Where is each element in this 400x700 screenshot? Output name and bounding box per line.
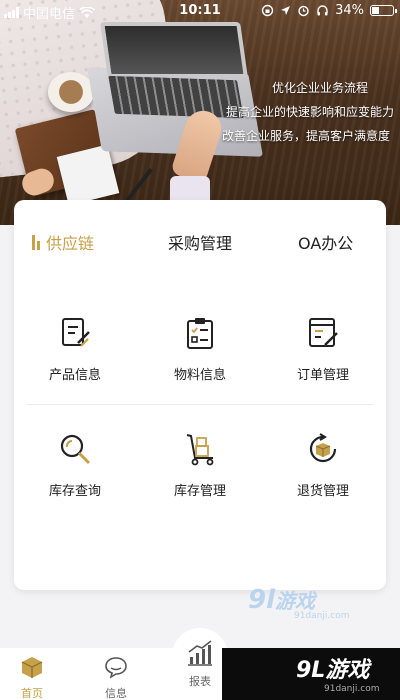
tab-purchase-management[interactable]: 采购管理 [168,230,232,254]
grid-label: 物料信息 [173,368,226,383]
tab-oa-office[interactable]: OA办公 [298,230,353,254]
status-bar: 中国电信 10:11 34% [0,0,400,22]
hero-line-2: 提高企业的快速影响和应变能力 [225,105,394,119]
chart-icon [188,640,212,666]
home-box-icon [21,657,43,678]
tab-supply-chain[interactable]: 供应链 [32,230,94,254]
nav-label: 信息 [105,687,127,700]
hero-line-1: 优化企业业务流程 [271,81,368,95]
clipboard-icon [187,318,213,349]
battery-icon [370,5,397,16]
hand-truck-icon [186,434,214,466]
nav-messages[interactable]: 信息 [86,654,146,700]
tab-label: 采购管理 [168,234,233,253]
function-card: 供应链 采购管理 OA办公 产品信息 物料信息 订单管理 库存查询 库存管理 退… [14,200,386,590]
tab-label: OA办公 [298,234,354,253]
grid-label: 产品信息 [48,368,101,383]
magnifier-icon [60,434,91,465]
inventory-management-button[interactable]: 库存管理 [145,432,255,499]
return-box-icon [309,433,337,463]
material-info-button[interactable]: 物料信息 [145,316,255,383]
row-divider [26,404,374,405]
order-edit-icon [309,318,338,347]
brand-name: 9L游戏 [296,658,370,683]
nav-label: 首页 [21,687,43,700]
headphones-icon [317,5,328,16]
watermark-logo: 9l游戏 91danji.com [248,585,350,621]
brand-url: 91danji.com [324,684,380,694]
inventory-query-button[interactable]: 库存查询 [20,432,130,499]
grid-label: 库存管理 [173,484,226,499]
grid-label: 订单管理 [296,368,349,383]
brand-banner: 9L游戏 91danji.com [222,648,400,700]
nav-reports[interactable]: 报表 [170,638,230,689]
nav-home[interactable]: 首页 [2,654,62,700]
grid-label: 库存查询 [48,484,101,499]
return-management-button[interactable]: 退货管理 [268,432,378,499]
active-indicator-icon [32,235,40,250]
order-management-button[interactable]: 订单管理 [268,316,378,383]
battery-percent: 34% [335,3,364,18]
rotation-lock-icon [261,4,274,17]
category-tabs: 供应链 采购管理 OA办公 [14,230,386,258]
chat-bubble-icon [105,657,127,679]
product-info-button[interactable]: 产品信息 [20,316,130,383]
hero-line-3: 改善企业服务，提高客户满意度 [221,129,390,143]
document-edit-icon [62,318,90,347]
tab-label: 供应链 [46,234,95,253]
nav-label: 报表 [189,675,211,688]
hero-banner: 优化企业业务流程 提高企业的快速影响和应变能力 改善企业服务，提高客户满意度 [0,0,400,225]
alarm-icon [298,5,309,17]
hero-slogan: 优化企业业务流程 提高企业的快速影响和应变能力 改善企业服务，提高客户满意度 [222,76,394,148]
location-icon [281,6,291,15]
grid-label: 退货管理 [296,484,349,499]
